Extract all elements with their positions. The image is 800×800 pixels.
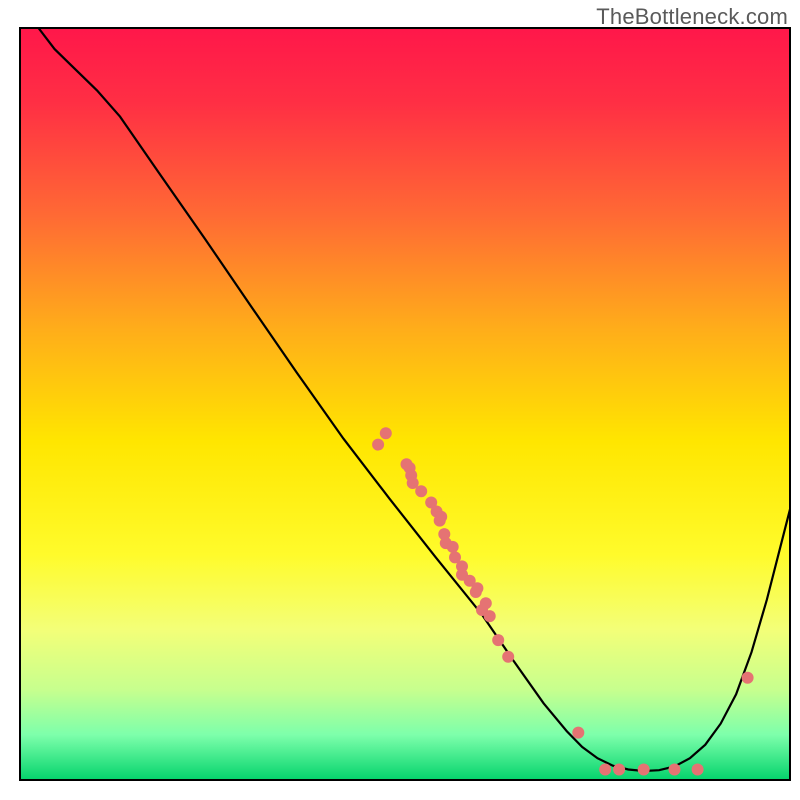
data-marker xyxy=(372,439,384,451)
data-marker xyxy=(471,582,483,594)
data-marker xyxy=(692,764,704,776)
data-marker xyxy=(380,427,392,439)
data-marker xyxy=(572,727,584,739)
plot-area xyxy=(20,28,790,780)
data-marker xyxy=(669,764,681,776)
watermark-text: TheBottleneck.com xyxy=(596,4,788,30)
data-marker xyxy=(638,764,650,776)
data-marker xyxy=(502,651,514,663)
data-marker xyxy=(613,764,625,776)
chart-container: TheBottleneck.com xyxy=(0,0,800,800)
data-marker xyxy=(484,610,496,622)
data-marker xyxy=(599,764,611,776)
chart-svg xyxy=(0,0,800,800)
data-marker xyxy=(492,634,504,646)
data-marker xyxy=(742,672,754,684)
data-marker xyxy=(434,515,446,527)
data-marker xyxy=(447,541,459,553)
data-marker xyxy=(480,597,492,609)
data-marker xyxy=(415,485,427,497)
